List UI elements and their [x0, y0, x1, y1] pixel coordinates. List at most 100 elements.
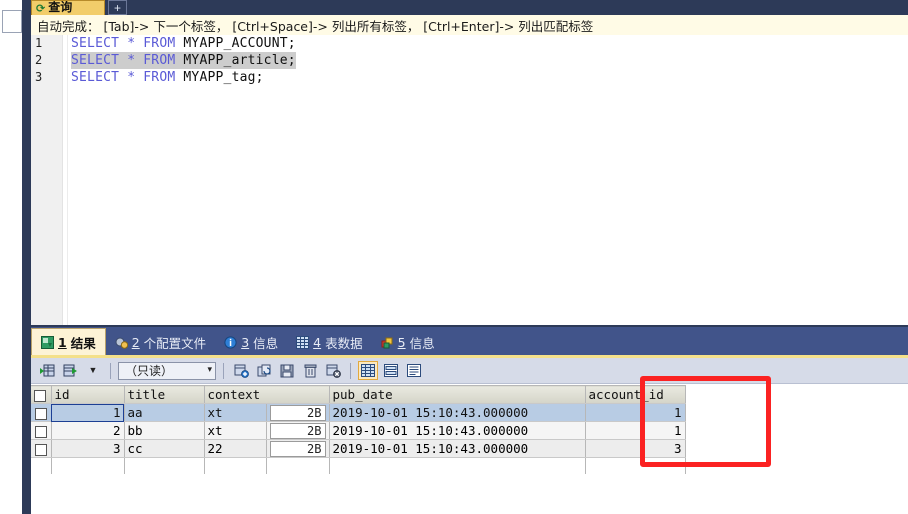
filler-cell	[329, 457, 586, 474]
cell-blob-size[interactable]: 2B	[266, 403, 330, 422]
result-tab-4[interactable]: 4 表数据	[287, 330, 371, 355]
cell-blob-size[interactable]: 2B	[266, 421, 330, 440]
blob-size-label: 2B	[269, 440, 326, 457]
left-white-margin	[0, 0, 22, 514]
code-line-text: SELECT * FROM MYAPP_tag;	[71, 70, 264, 85]
result-tab-number: 2	[131, 335, 140, 350]
cell-context[interactable]: xt	[204, 403, 267, 422]
add-record-icon[interactable]	[231, 361, 251, 380]
toolbar-separator-2	[223, 362, 224, 379]
cell-id[interactable]: 2	[50, 421, 125, 440]
code-line[interactable]: 3 SELECT * FROM MYAPP_tag;	[31, 69, 908, 86]
result-tab-number: 3	[241, 335, 250, 350]
result-grid[interactable]: id title context pub_date account_id 1 aa…	[31, 385, 908, 514]
result-tab-number: 1	[58, 334, 67, 350]
tab-query-label: 查询	[48, 0, 73, 14]
form-view-icon[interactable]	[381, 361, 401, 380]
save-record-icon[interactable]	[277, 361, 297, 380]
row-checkbox[interactable]	[34, 425, 47, 438]
cell-pub-date[interactable]: 2019-10-01 15:10:43.000000	[329, 439, 586, 458]
dropdown-caret-icon[interactable]: ▼	[83, 361, 103, 380]
result-tab-label: 信息	[253, 336, 279, 351]
result-tab-label: 信息	[409, 336, 435, 351]
column-header-title[interactable]: title	[124, 385, 205, 404]
result-tab-5[interactable]: 5 信息	[372, 330, 444, 355]
column-header-id[interactable]: id	[51, 385, 125, 404]
select-all-checkbox[interactable]	[34, 389, 46, 402]
row-checkbox[interactable]	[34, 407, 47, 420]
autocomplete-hint-bar: 自动完成： [Tab]-> 下一个标签， [Ctrl+Space]-> 列出所有…	[31, 15, 908, 36]
grid-toolbar[interactable]: ▼ （只读） ▾	[31, 358, 908, 384]
cancel-record-icon[interactable]	[323, 361, 343, 380]
top-tab-strip	[31, 0, 908, 15]
cell-title[interactable]: bb	[124, 421, 205, 440]
result-tab-3[interactable]: 3 信息	[215, 330, 287, 355]
select-all-checkbox-cell[interactable]	[31, 385, 52, 404]
results-pane: 1 结果 2 个配置文件 3 信息 4 表数据 5 信息 ▼ （只读） ▾ id…	[31, 325, 908, 514]
cell-pub-date[interactable]: 2019-10-01 15:10:43.000000	[329, 403, 586, 422]
insert-row-icon[interactable]	[37, 361, 57, 380]
code-line[interactable]: 2 SELECT * FROM MYAPP_article;	[31, 52, 908, 69]
grid-view-icon[interactable]	[358, 361, 378, 380]
readonly-mode-value: （只读）	[125, 364, 174, 378]
result-tab-label: 结果	[70, 335, 96, 351]
cell-title[interactable]: cc	[124, 439, 205, 458]
sql-code-area[interactable]: 1 SELECT * FROM MYAPP_ACCOUNT; 2 SELECT * F…	[31, 35, 908, 325]
left-navy-rail	[22, 0, 31, 514]
delete-record-icon[interactable]	[300, 361, 320, 380]
table-row[interactable]: 3 cc 22 2B 2019-10-01 15:10:43.000000 3	[31, 439, 686, 458]
cell-account-id[interactable]: 3	[585, 439, 686, 458]
plus-icon: +	[113, 0, 121, 15]
code-line-text: SELECT * FROM MYAPP_ACCOUNT;	[71, 36, 296, 51]
code-line-text: SELECT * FROM MYAPP_article;	[71, 52, 296, 69]
cell-title[interactable]: aa	[124, 403, 205, 422]
result-tab-number: 4	[313, 335, 322, 350]
profile-icon	[115, 336, 128, 349]
row-checkbox-cell[interactable]	[31, 439, 52, 458]
cell-blob-size[interactable]: 2B	[266, 439, 330, 458]
row-checkbox[interactable]	[34, 443, 47, 456]
sqlyog-window: ⟳ 查询 + 自动完成： [Tab]-> 下一个标签， [Ctrl+Space]…	[0, 0, 908, 514]
refresh-green-icon: ⟳	[36, 3, 46, 15]
column-header-pub-date[interactable]: pub_date	[329, 385, 586, 404]
filler-cell	[124, 457, 205, 474]
readonly-mode-select[interactable]: （只读） ▾	[118, 361, 216, 380]
line-number: 2	[35, 53, 43, 67]
cell-id[interactable]: 1	[50, 403, 125, 422]
new-tab-button[interactable]: +	[108, 0, 127, 15]
filler-cell	[266, 457, 330, 474]
result-tab-label: 个配置文件	[143, 336, 207, 351]
cell-pub-date[interactable]: 2019-10-01 15:10:43.000000	[329, 421, 586, 440]
stray-box	[2, 10, 22, 33]
table-data-icon	[296, 336, 310, 349]
result-tab-bar[interactable]: 1 结果 2 个配置文件 3 信息 4 表数据 5 信息	[31, 325, 908, 355]
table-header-row: id title context pub_date account_id	[31, 385, 686, 404]
export-rows-icon[interactable]	[60, 361, 80, 380]
cell-context[interactable]: 22	[204, 439, 267, 458]
blob-size-label: 2B	[269, 404, 326, 421]
toolbar-separator-3	[350, 362, 351, 379]
result-tab-number: 5	[397, 335, 406, 350]
row-checkbox-cell[interactable]	[31, 403, 52, 422]
autocomplete-hint-text: 自动完成： [Tab]-> 下一个标签， [Ctrl+Space]-> 列出所有…	[37, 18, 594, 34]
cell-account-id[interactable]: 1	[585, 403, 686, 422]
tab-query[interactable]: ⟳ 查询	[31, 0, 105, 16]
objects-icon	[381, 336, 394, 349]
table-row[interactable]: 2 bb xt 2B 2019-10-01 15:10:43.000000 1	[31, 421, 686, 440]
result-table: id title context pub_date account_id 1 aa…	[31, 385, 686, 474]
cell-context[interactable]: xt	[204, 421, 267, 440]
table-row[interactable]: 1 aa xt 2B 2019-10-01 15:10:43.000000 1	[31, 403, 686, 422]
line-number: 1	[35, 36, 43, 50]
code-line[interactable]: 1 SELECT * FROM MYAPP_ACCOUNT;	[31, 35, 908, 52]
sql-editor[interactable]: 1 SELECT * FROM MYAPP_ACCOUNT; 2 SELECT * F…	[31, 35, 908, 325]
cell-account-id[interactable]: 1	[585, 421, 686, 440]
column-header-context[interactable]: context	[204, 385, 330, 404]
column-header-account-id[interactable]: account_id	[585, 385, 686, 404]
filler-cell	[51, 457, 125, 474]
text-view-icon[interactable]	[404, 361, 424, 380]
cell-id[interactable]: 3	[50, 439, 125, 458]
result-tab-1[interactable]: 1 结果	[31, 328, 106, 355]
duplicate-record-icon[interactable]	[254, 361, 274, 380]
result-tab-2[interactable]: 2 个配置文件	[106, 330, 215, 355]
row-checkbox-cell[interactable]	[31, 421, 52, 440]
